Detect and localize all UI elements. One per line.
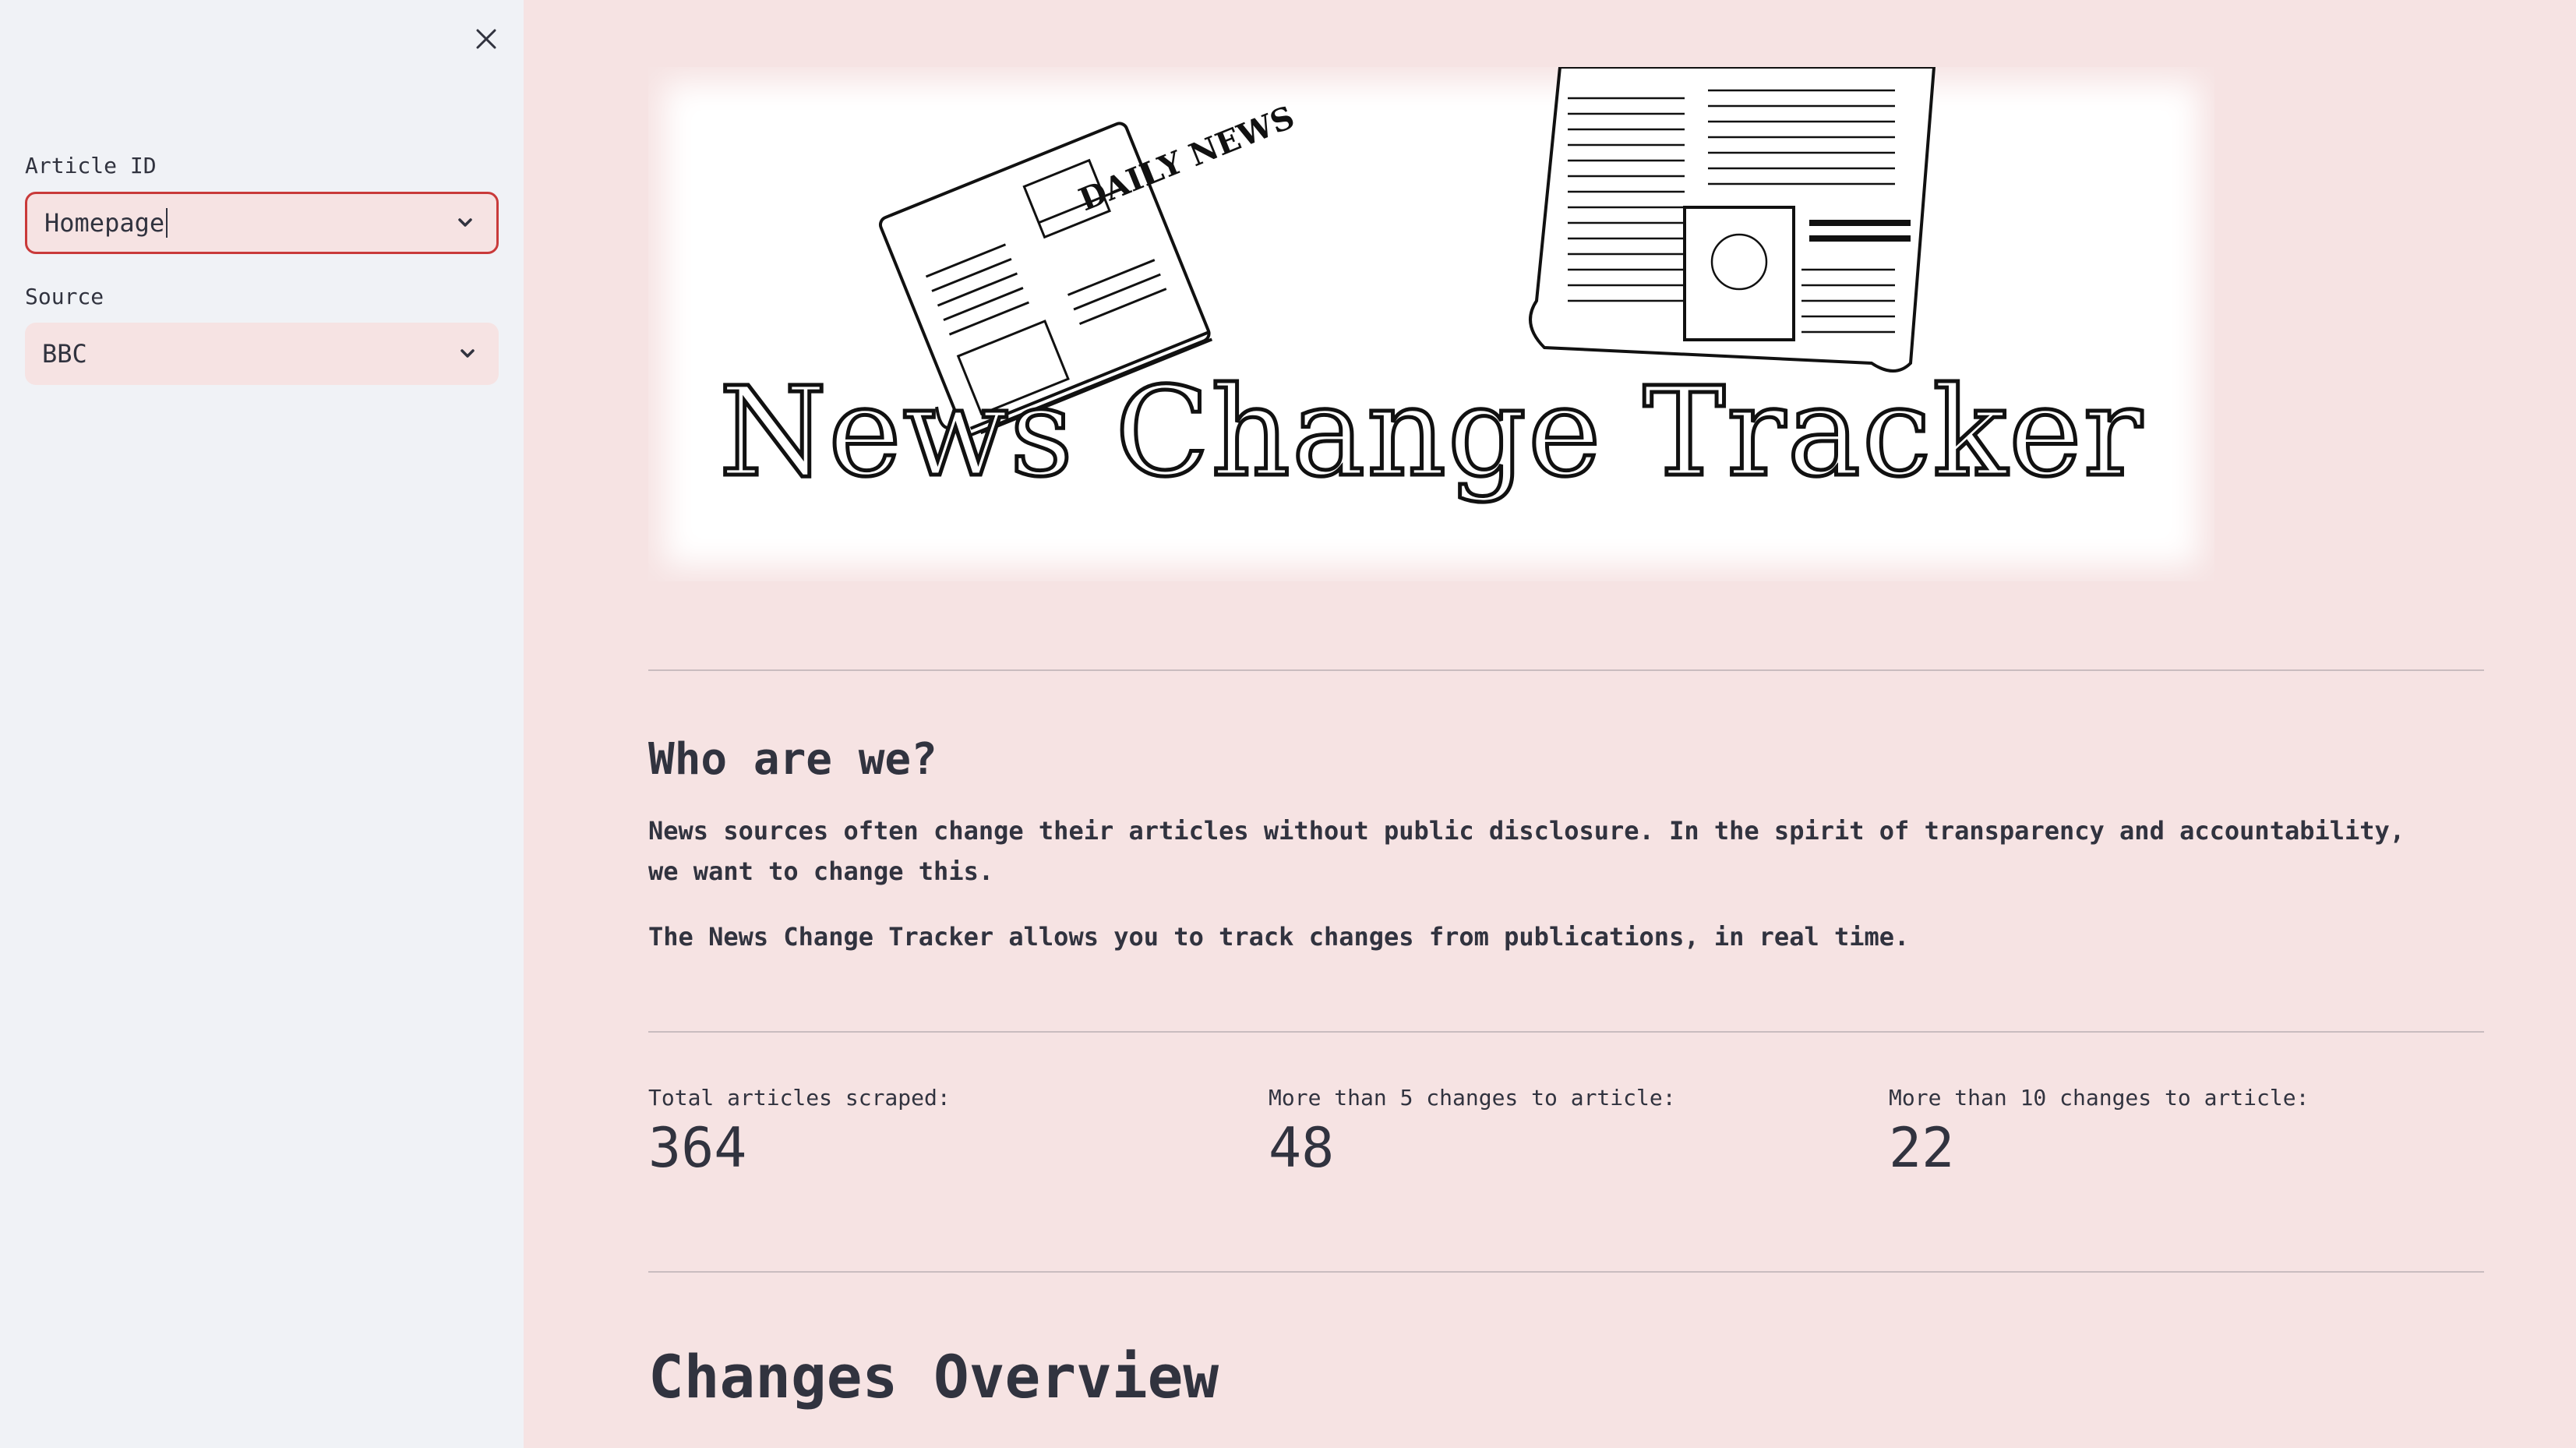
metric-more-than-10-changes: More than 10 changes to article: 22	[1889, 1085, 2309, 1178]
banner-image: DAILY NEWS News Change Tracker	[648, 67, 2214, 581]
metric-label: More than 5 changes to article:	[1269, 1085, 1676, 1111]
source-value: BBC	[42, 339, 87, 369]
metric-label: Total articles scraped:	[648, 1085, 951, 1111]
about-paragraph-2: The News Change Tracker allows you to tr…	[648, 922, 1910, 952]
about-heading: Who are we?	[648, 734, 937, 785]
metric-total-articles: Total articles scraped: 364	[648, 1085, 951, 1178]
source-label: Source	[25, 284, 104, 309]
source-select[interactable]: BBC	[25, 323, 499, 385]
metric-value: 22	[1889, 1116, 1955, 1180]
main-content: DAILY NEWS News Change Tracker Who are w…	[524, 0, 2576, 1448]
chevron-down-icon	[461, 349, 475, 358]
metric-value: 48	[1269, 1116, 1335, 1180]
banner-title: News Change Tracker	[717, 361, 2144, 504]
metric-value: 364	[648, 1116, 747, 1180]
metric-more-than-5-changes: More than 5 changes to article: 48	[1269, 1085, 1676, 1178]
divider	[648, 1031, 2484, 1033]
divider	[648, 1271, 2484, 1273]
changes-overview-heading: Changes Overview	[648, 1342, 1219, 1411]
text-caret	[166, 208, 168, 238]
chevron-down-icon	[458, 218, 472, 227]
newspaper-illustration: DAILY NEWS	[878, 67, 1936, 436]
article-id-label: Article ID	[25, 153, 157, 178]
metric-label: More than 10 changes to article:	[1889, 1085, 2310, 1111]
close-sidebar-button[interactable]	[464, 17, 508, 61]
article-id-value: Homepage	[44, 208, 165, 238]
article-id-select[interactable]: Homepage	[25, 192, 499, 254]
about-paragraph-1: News sources often change their articles…	[648, 816, 2405, 886]
sidebar: Article ID Homepage Source BBC	[0, 0, 524, 1448]
close-icon	[476, 29, 496, 49]
divider	[648, 669, 2484, 671]
